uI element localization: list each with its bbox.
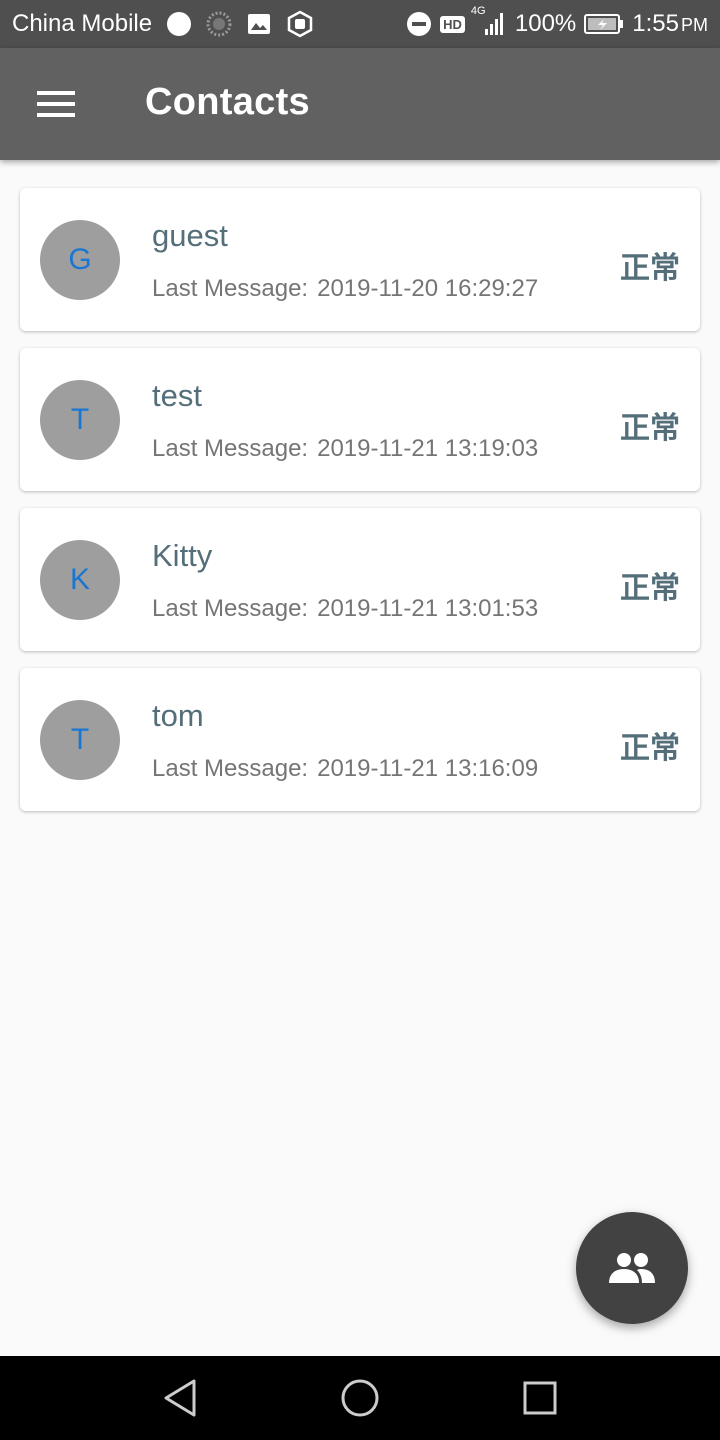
gallery-image-icon (246, 11, 272, 37)
menu-button[interactable] (26, 78, 86, 130)
status-left: China Mobile (12, 10, 314, 38)
contact-status: 正常 (620, 571, 680, 606)
clock: 1:55 PM (632, 10, 708, 38)
groups-fab-button[interactable] (576, 1212, 688, 1324)
hd-badge-icon: HD (440, 15, 465, 33)
contact-status: 正常 (620, 731, 680, 766)
signal-strength-icon: 4G (471, 5, 507, 37)
battery-percent: 100% (514, 10, 577, 37)
home-circle-icon (341, 1379, 379, 1417)
avatar: T (40, 700, 120, 780)
contact-status: 正常 (620, 411, 680, 446)
hand-stop-icon (286, 10, 314, 38)
contact-list: G guest Last Message: 2019-11-20 16:29:27… (20, 188, 700, 828)
status-right: HD 4G 100% 1:55 PM (406, 5, 708, 38)
clock-time: 1:55 (632, 10, 679, 37)
app-bar: Contacts (0, 48, 720, 160)
carrier-label: China Mobile (12, 10, 153, 37)
last-message: Last Message: 2019-11-20 16:29:27 (152, 275, 538, 303)
contact-name: test (152, 378, 202, 413)
home-button[interactable] (338, 1376, 382, 1420)
last-message-label: Last Message: (152, 755, 309, 782)
avatar: G (40, 220, 120, 300)
last-message: Last Message: 2019-11-21 13:19:03 (152, 435, 538, 463)
contact-name: Kitty (152, 538, 213, 573)
last-message-label: Last Message: (152, 595, 309, 622)
contact-item[interactable]: G guest Last Message: 2019-11-20 16:29:27… (20, 188, 700, 331)
last-message-time: 2019-11-21 13:19:03 (317, 435, 539, 462)
loading-spinner-icon (206, 11, 232, 37)
contact-name: guest (152, 218, 228, 253)
last-message: Last Message: 2019-11-21 13:01:53 (152, 595, 538, 623)
system-nav-bar (0, 1356, 720, 1440)
notification-dot-icon (166, 11, 192, 37)
clock-suffix: PM (681, 15, 708, 35)
contact-item[interactable]: K Kitty Last Message: 2019-11-21 13:01:53… (20, 508, 700, 651)
battery-charging-icon (584, 13, 624, 35)
last-message-label: Last Message: (152, 435, 309, 462)
contact-item[interactable]: T test Last Message: 2019-11-21 13:19:03 … (20, 348, 700, 491)
recents-square-icon (523, 1381, 557, 1415)
recents-button[interactable] (518, 1376, 562, 1420)
avatar: T (40, 380, 120, 460)
back-triangle-icon (164, 1379, 196, 1417)
status-bar: China Mobile HD 4G 100% 1:55 PM (0, 0, 720, 48)
last-message-time: 2019-11-21 13:01:53 (317, 595, 539, 622)
do-not-disturb-icon (406, 11, 432, 37)
avatar: K (40, 540, 120, 620)
group-icon (609, 1253, 655, 1283)
last-message-label: Last Message: (152, 275, 309, 302)
contact-item[interactable]: T tom Last Message: 2019-11-21 13:16:09 正… (20, 668, 700, 811)
network-type-label: 4G (470, 5, 486, 17)
page-title: Contacts (145, 81, 310, 123)
back-button[interactable] (158, 1376, 202, 1420)
contact-status: 正常 (620, 251, 680, 286)
last-message-time: 2019-11-21 13:16:09 (317, 755, 539, 782)
last-message: Last Message: 2019-11-21 13:16:09 (152, 755, 538, 783)
hamburger-menu-icon (37, 91, 75, 117)
last-message-time: 2019-11-20 16:29:27 (317, 275, 539, 302)
contact-name: tom (152, 698, 204, 733)
